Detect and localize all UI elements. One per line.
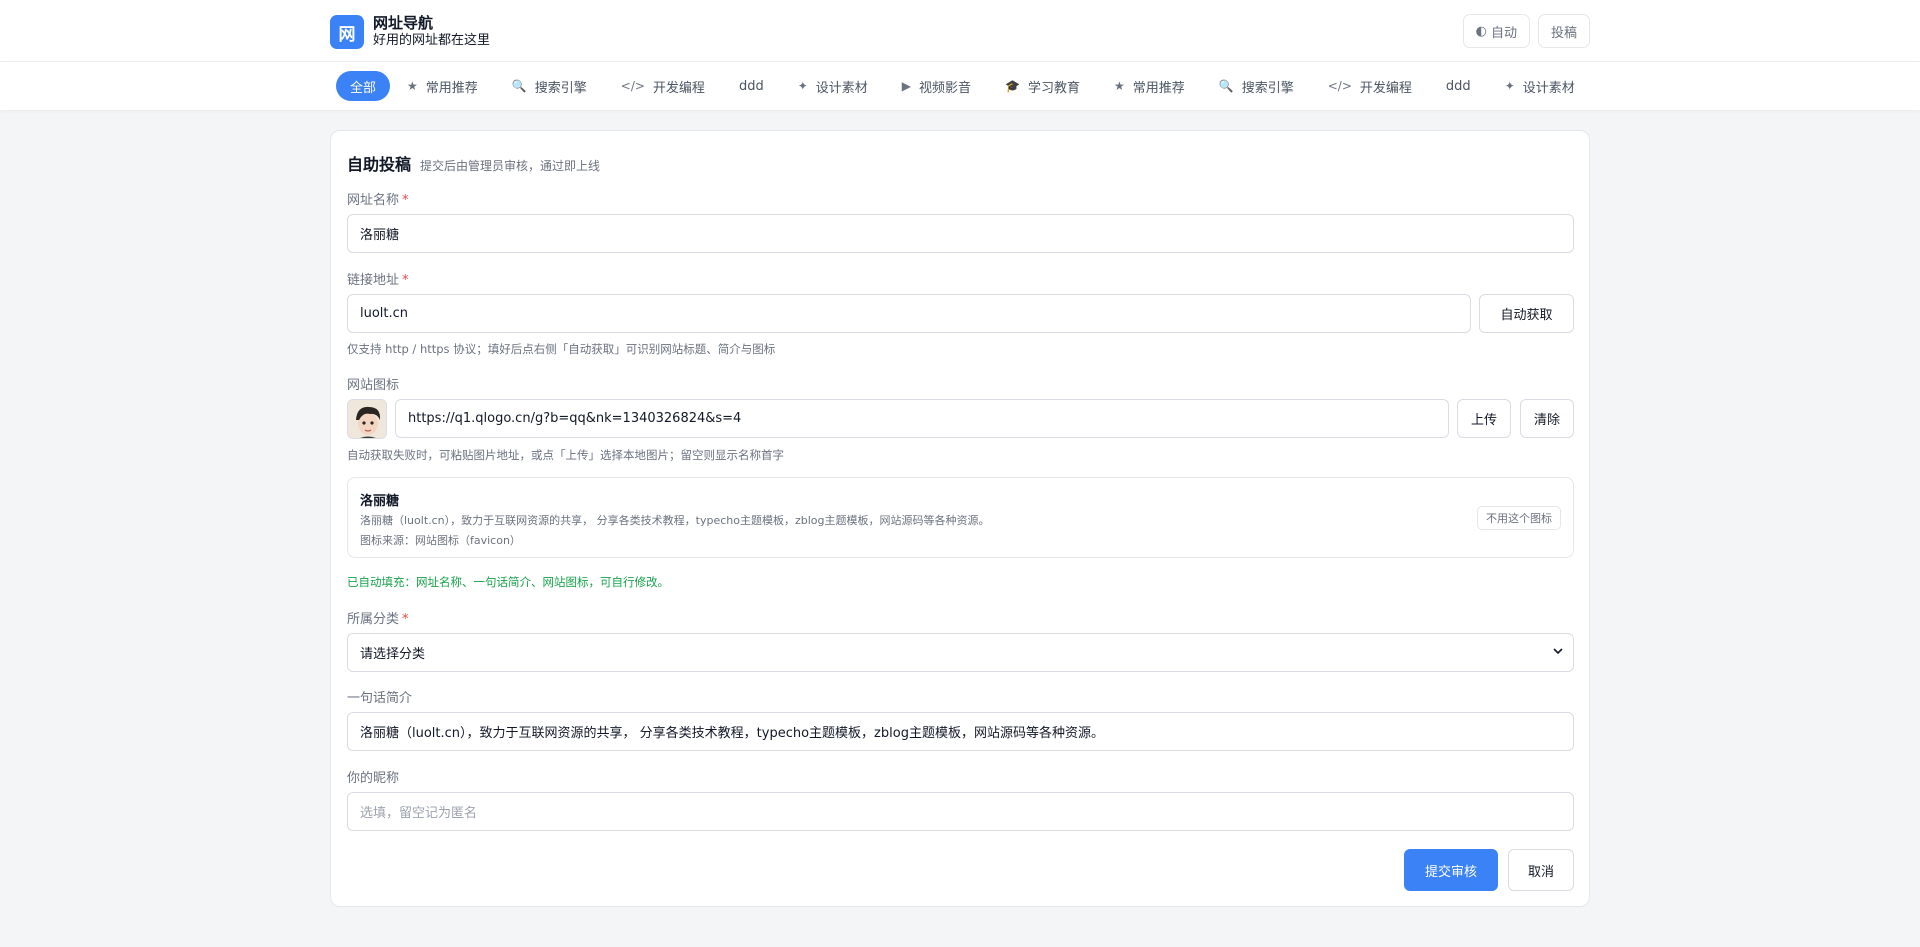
submit-form-card: 自助投稿 提交后由管理员审核，通过即上线 网址名称 * 洛丽糖 链接地址 * luo… (330, 130, 1590, 907)
submit-review-button[interactable]: 提交审核 (1404, 849, 1498, 891)
logo-icon: 网 (330, 15, 364, 49)
required-mark: * (402, 193, 409, 208)
form-title: 自助投稿 (347, 155, 412, 174)
nav-item-8[interactable]: ★ 常用推荐 (1097, 71, 1202, 101)
intro-label: 一句话简介 (347, 691, 413, 706)
nav-item-label: 设计素材 (1522, 80, 1575, 96)
url-hint: 仅支持 http / https 协议；填好后点右侧「自动获取」可识别网站标题、… (347, 342, 776, 356)
nav-item-label: 设计素材 (815, 80, 868, 96)
nav-item-1[interactable]: ★ 常用推荐 (390, 71, 495, 101)
nav-item-6[interactable]: ▶ 视频影音 (885, 71, 988, 101)
nav-item-label: 常用推荐 (425, 80, 478, 96)
star-icon: ★ (1114, 79, 1125, 93)
nav-item-3[interactable]: </> 开发编程 (604, 71, 722, 101)
nickname-input[interactable]: 选填，留空记为匿名 (347, 792, 1574, 831)
nav-item-label: 搜索引擎 (1241, 80, 1294, 96)
category-select[interactable]: 请选择分类 (347, 633, 1574, 672)
nav-item-label: 开发编程 (1359, 80, 1412, 96)
brand[interactable]: 网 网址导航 好用的网址都在这里 (330, 14, 490, 50)
preview-name: 洛丽糖 (360, 494, 400, 509)
preview-description: 洛丽糖（luolt.cn），致力于互联网资源的共享， 分享各类技术教程，type… (360, 514, 990, 527)
reject-icon-button[interactable]: 不用这个图标 (1477, 506, 1561, 530)
sparkle-icon: ✦ (797, 79, 808, 93)
icon-url-input[interactable]: https://q1.qlogo.cn/g?b=qq&nk=1340326824… (395, 399, 1449, 438)
theme-label: 自动 (1490, 25, 1517, 41)
site-icon-preview (347, 399, 387, 439)
preview-icon-source: 图标来源：网站图标（favicon） (360, 534, 521, 547)
nav-item-label: 全部 (350, 80, 377, 96)
code-icon: </> (620, 79, 645, 93)
upload-button[interactable]: 上传 (1457, 399, 1511, 438)
nav-item-label: 学习教育 (1027, 80, 1080, 96)
nav-item-label: 搜索引擎 (534, 80, 587, 96)
clear-button[interactable]: 清除 (1520, 399, 1574, 438)
site-url-input[interactable]: luolt.cn (347, 294, 1471, 333)
sparkle-icon: ✦ (1504, 79, 1515, 93)
category-selected: 请选择分类 (360, 647, 426, 662)
half-circle-icon: ◐ (1475, 23, 1487, 39)
nickname-label: 你的昵称 (347, 771, 400, 786)
play-icon: ▶ (901, 79, 912, 93)
required-mark: * (402, 612, 409, 627)
url-label: 链接地址 * (347, 273, 409, 288)
code-icon: </> (1327, 79, 1352, 93)
nav-item-label: 开发编程 (652, 80, 705, 96)
search-icon: 🔍 (511, 79, 527, 93)
star-icon: ★ (407, 79, 418, 93)
search-icon: 🔍 (1218, 79, 1234, 93)
nav-item-7[interactable]: 🎓 学习教育 (988, 71, 1097, 101)
form-subtitle: 提交后由管理员审核，通过即上线 (420, 159, 601, 173)
theme-toggle-button[interactable]: ◐ 自动 (1462, 14, 1530, 48)
site-subtitle: 好用的网址都在这里 (373, 33, 491, 48)
intro-input[interactable]: 洛丽糖（luolt.cn），致力于互联网资源的共享， 分享各类技术教程，type… (347, 712, 1574, 751)
nav-item-11[interactable]: ddd (1429, 71, 1488, 101)
nav-item-10[interactable]: </> 开发编程 (1311, 71, 1429, 101)
autofill-note: 已自动填充：网址名称、一句话简介、网站图标，可自行修改。 (347, 575, 669, 589)
nav-item-label: ddd (1445, 78, 1471, 94)
submit-site-button[interactable]: 投稿 (1537, 14, 1590, 48)
nav-item-4[interactable]: ddd (722, 71, 781, 101)
nav-item-label: ddd (738, 78, 764, 94)
nav-item-9[interactable]: 🔍 搜索引擎 (1202, 71, 1311, 101)
cancel-button[interactable]: 取消 (1508, 849, 1574, 891)
nav-item-label: 视频影音 (919, 80, 972, 96)
nav-item-0[interactable]: 全部 (336, 71, 391, 101)
chevron-down-icon (1553, 645, 1563, 659)
top-header: 网 网址导航 好用的网址都在这里 ◐ 自动 投稿 (0, 0, 1920, 62)
nav-item-12[interactable]: ✦ 设计素材 (1488, 71, 1592, 101)
category-label: 所属分类 * (347, 612, 409, 627)
required-mark: * (402, 273, 409, 288)
site-name-input[interactable]: 洛丽糖 (347, 214, 1574, 253)
auto-fetch-button[interactable]: 自动获取 (1479, 294, 1574, 333)
site-title: 网址导航 (373, 14, 434, 32)
icon-hint: 自动获取失败时，可粘贴图片地址，或点「上传」选择本地图片；留空则显示名称首字 (347, 448, 784, 462)
nav-item-5[interactable]: ✦ 设计素材 (781, 71, 885, 101)
nav-item-label: 常用推荐 (1132, 80, 1185, 96)
nav-item-2[interactable]: 🔍 搜索引擎 (495, 71, 604, 101)
icon-label: 网站图标 (347, 378, 400, 393)
name-label: 网址名称 * (347, 193, 409, 208)
fetch-preview-card: 洛丽糖 洛丽糖（luolt.cn），致力于互联网资源的共享， 分享各类技术教程，… (347, 477, 1574, 558)
category-nav: 全部 ★ 常用推荐 🔍 搜索引擎 </> 开发编程 ddd ✦ 设计素材 ▶ 视频影音 🎓 学习教育 ★ 常用… (0, 62, 1920, 110)
graduation-cap-icon: 🎓 (1005, 79, 1020, 93)
